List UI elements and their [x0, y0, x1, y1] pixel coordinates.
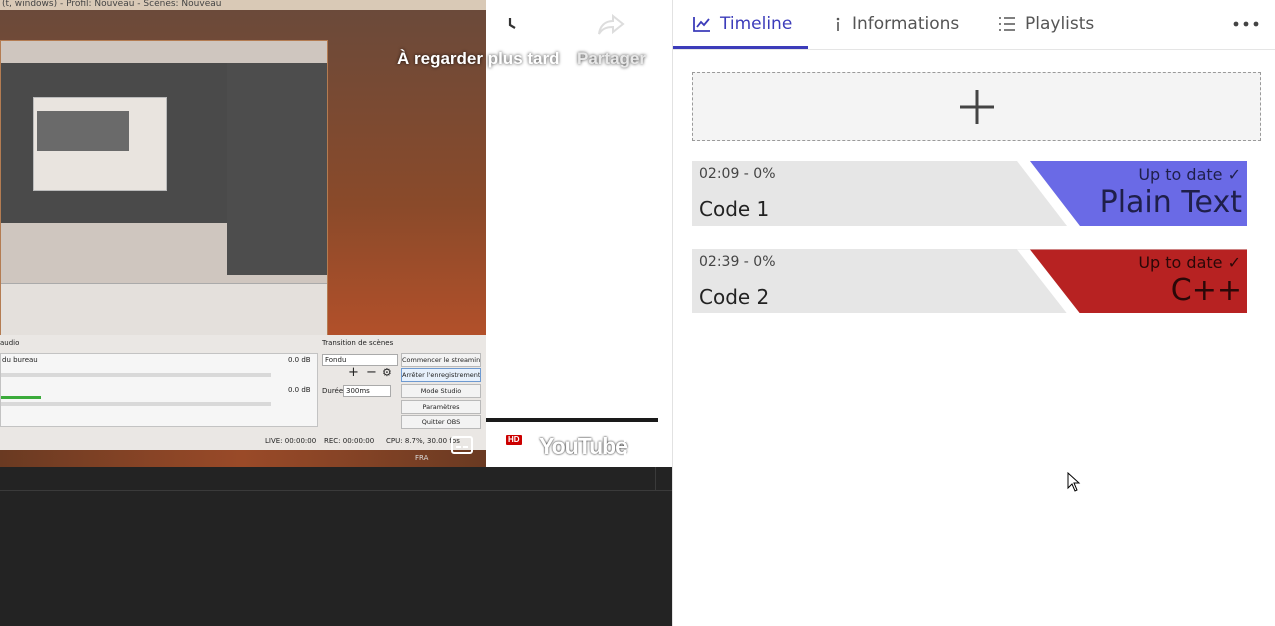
chart-line-icon: [693, 16, 711, 32]
remove-transition-icon[interactable]: −: [366, 365, 377, 380]
video-window-title: (t, windows) - Profil: Nouveau - Scènes:…: [0, 0, 486, 10]
desktop-audio-label: du bureau: [2, 356, 38, 364]
add-code-button[interactable]: [692, 72, 1261, 141]
transition-label: Transition de scènes: [322, 339, 394, 347]
obs-status-bar: LIVE: 00:00:00 REC: 00:00:00 CPU: 8.7%, …: [0, 433, 486, 447]
editor-vertical-divider: [655, 467, 656, 490]
duration-input[interactable]: 300ms: [343, 385, 391, 397]
dark-editor-area: [0, 467, 672, 626]
tab-playlists-label: Playlists: [1025, 14, 1095, 34]
audio-mixer: du bureau 0.0 dB 0.0 dB: [0, 353, 318, 427]
player-controls: HD YouTube: [486, 424, 672, 467]
video-player[interactable]: (t, windows) - Profil: Nouveau - Scènes:…: [0, 0, 486, 467]
tab-bar: Timeline Informations Playlists: [673, 0, 1275, 50]
tab-timeline[interactable]: Timeline: [693, 0, 792, 48]
fader-track-2[interactable]: [1, 402, 271, 406]
db-readout-2: 0.0 dB: [288, 386, 311, 394]
more-options-button[interactable]: [1231, 12, 1261, 36]
obs-controls-panel: audio Transition de scènes du bureau 0.0…: [0, 335, 486, 467]
info-icon: [833, 16, 843, 32]
code-card-2[interactable]: 02:39 - 0% Code 2 Up to date ✓ C++: [692, 249, 1247, 313]
clock-icon: [461, 12, 560, 43]
quit-obs-button[interactable]: Quitter OBS: [401, 415, 481, 429]
youtube-logo[interactable]: YouTube: [539, 433, 628, 460]
live-status: LIVE: 00:00:00: [265, 437, 317, 445]
tab-informations-label: Informations: [852, 14, 960, 34]
mixer-label: audio: [0, 339, 20, 347]
stop-recording-button[interactable]: Arrêter l'enregistrement: [401, 368, 481, 382]
studio-mode-button[interactable]: Mode Studio: [401, 384, 481, 398]
code-language: C++: [1170, 273, 1242, 308]
duration-label: Durée: [322, 387, 344, 395]
mouse-cursor-icon: [1067, 472, 1081, 492]
code-status: Up to date ✓: [1138, 165, 1241, 184]
obs-dark-area: [227, 63, 327, 275]
hd-badge: HD: [506, 435, 522, 445]
audio-level-meter: [1, 396, 41, 399]
transition-select[interactable]: Fondu: [322, 354, 398, 366]
code-card-1[interactable]: 02:09 - 0% Code 1 Up to date ✓ Plain Tex…: [692, 161, 1247, 226]
active-tab-indicator: [673, 46, 808, 49]
plus-icon: [959, 89, 994, 124]
cpu-status: CPU: 8.7%, 30.00 fps: [386, 437, 460, 445]
rec-status: REC: 00:00:00: [324, 437, 375, 445]
tab-timeline-label: Timeline: [720, 14, 793, 34]
db-readout-1: 0.0 dB: [288, 356, 311, 364]
start-streaming-button[interactable]: Commencer le streaming: [401, 353, 481, 367]
watch-later-label: À regarder plus tard: [397, 49, 560, 68]
tab-informations[interactable]: Informations: [833, 0, 959, 48]
obs-nested-preview-inner: [37, 111, 129, 151]
share-label: Partager: [577, 49, 646, 68]
fader-track-1[interactable]: [1, 373, 271, 377]
video-pane: (t, windows) - Profil: Nouveau - Scènes:…: [0, 0, 672, 626]
code-meta: 02:39 - 0%: [699, 254, 776, 270]
more-dots-icon: [1233, 21, 1259, 27]
tab-playlists[interactable]: Playlists: [998, 0, 1094, 48]
taskbar-language: FRA: [415, 454, 429, 462]
obs-nested-window: [0, 40, 328, 338]
editor-divider: [0, 490, 672, 491]
code-language: Plain Text: [1099, 185, 1242, 220]
windows-taskbar: FRA: [0, 450, 486, 467]
add-transition-icon[interactable]: +: [348, 365, 359, 380]
share-button[interactable]: Partager: [577, 12, 646, 69]
code-name: Code 1: [699, 197, 770, 221]
video-progress-bar[interactable]: [486, 418, 658, 422]
side-panel: Timeline Informations Playlists 02:09 - …: [673, 0, 1275, 626]
code-meta: 02:09 - 0%: [699, 166, 776, 182]
list-icon: [998, 16, 1016, 32]
fullscreen-icon[interactable]: [623, 434, 647, 462]
subtitles-icon[interactable]: [451, 436, 473, 459]
obs-nested-panel: [1, 283, 327, 338]
code-status: Up to date ✓: [1138, 253, 1241, 272]
transition-gear-icon[interactable]: ⚙: [382, 366, 392, 379]
watch-later-button[interactable]: À regarder plus tard: [397, 12, 560, 69]
share-icon: [577, 12, 646, 43]
settings-button[interactable]: Paramètres: [401, 400, 481, 414]
code-name: Code 2: [699, 285, 770, 309]
